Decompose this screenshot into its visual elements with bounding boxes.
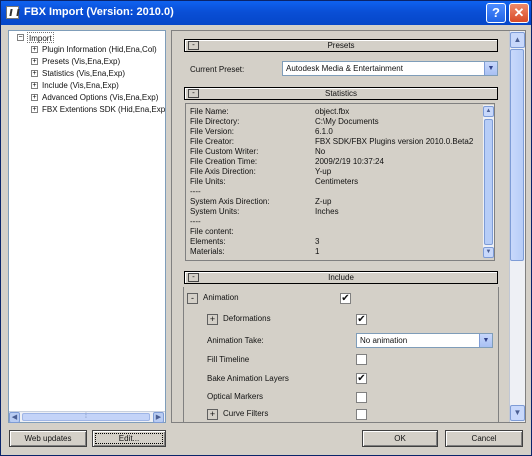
stat-label: File content: [190,227,234,236]
tree-item-presets[interactable]: Presets (Vis,Ena,Exp) [42,56,120,67]
current-preset-dropdown[interactable]: Autodesk Media & Entertainment ▼ [282,61,498,76]
stat-label: ---- [190,217,201,226]
stat-label: File Creation Time: [190,157,258,166]
expand-icon[interactable]: + [31,70,38,77]
stat-value: Centimeters [315,177,359,186]
current-preset-label: Current Preset: [190,65,245,74]
scroll-up-arrow-icon[interactable]: ▲ [483,106,494,117]
statistics-title: Statistics [324,89,357,98]
tree-item-fbx-extensions-sdk[interactable]: FBX Extentions SDK (Hid,Ena,Exp [42,104,165,115]
tree-item-plugin-information[interactable]: Plugin Information (Hid,Ena,Col) [42,44,157,55]
expand-icon[interactable]: + [31,58,38,65]
include-rollout-header[interactable]: - Include [184,271,498,284]
stat-label: File Directory: [190,117,240,126]
settings-tree-panel: − Import + Plugin Information (Hid,Ena,C… [8,30,166,423]
optical-markers-label: Optical Markers [207,392,264,401]
fill-timeline-label: Fill Timeline [207,355,250,364]
curve-filters-expand-button[interactable]: + [207,409,218,420]
ok-button[interactable]: OK [362,430,438,447]
scroll-left-arrow-icon[interactable]: ◀ [9,412,20,423]
scroll-right-arrow-icon[interactable]: ▶ [153,412,164,423]
expand-icon[interactable]: + [31,94,38,101]
cancel-button[interactable]: Cancel [445,430,523,447]
curve-filters-label: Curve Filters [223,409,269,418]
tree-item-advanced-options[interactable]: Advanced Options (Vis,Ena,Exp) [42,92,158,103]
stat-label: File Name: [190,107,229,116]
stat-value: 3 [315,237,320,246]
web-updates-button[interactable]: Web updates [9,430,87,447]
stat-label: File Version: [190,127,235,136]
animation-take-dropdown[interactable]: No animation ▼ [356,333,493,348]
expand-icon[interactable]: + [31,46,38,53]
stat-value: object.fbx [315,107,350,116]
app-icon [6,6,19,19]
animation-label: Animation [203,293,239,302]
stat-label: Elements: [190,237,226,246]
tree-horizontal-scrollbar[interactable]: ◀ ⁞ ▶ [9,411,165,423]
fbx-import-dialog: FBX Import (Version: 2010.0) ? ✕ − Impor… [0,0,532,456]
stat-label: File Units: [190,177,226,186]
animation-take-value: No animation [360,336,408,345]
window-title: FBX Import (Version: 2010.0) [24,6,174,18]
presets-title: Presets [327,41,355,50]
stat-value: 6.1.0 [315,127,333,136]
stat-value: 2009/2/19 10:37:24 [315,157,384,166]
stat-label: ---- [190,187,201,196]
animation-take-label: Animation Take: [207,336,264,345]
include-title: Include [328,273,354,282]
expand-icon[interactable]: + [31,106,38,113]
stat-label: System Axis Direction: [190,197,270,206]
statistics-rollout-header[interactable]: - Statistics [184,87,498,100]
stat-value: C:\My Documents [315,117,379,126]
options-scroll-thumb[interactable] [510,49,524,261]
collapse-icon[interactable]: − [17,34,24,41]
chevron-down-icon[interactable]: ▼ [484,62,497,75]
deformations-expand-button[interactable]: + [207,314,218,325]
tree-item-statistics[interactable]: Statistics (Vis,Ena,Exp) [42,68,125,79]
current-preset-value: Autodesk Media & Entertainment [286,64,403,73]
close-button[interactable]: ✕ [509,3,529,23]
settings-tree: − Import + Plugin Information (Hid,Ena,C… [9,31,165,411]
deformations-checkbox[interactable]: ✔ [356,314,367,325]
tree-item-include[interactable]: Include (Vis,Ena,Exp) [42,80,119,91]
optical-markers-checkbox[interactable] [356,392,367,403]
help-button[interactable]: ? [486,3,506,23]
stat-value: 1 [315,247,320,256]
scroll-down-arrow-icon[interactable]: ▼ [483,247,494,258]
presets-rollout-header[interactable]: - Presets [184,39,498,52]
stat-label: System Units: [190,207,240,216]
statistics-scroll-thumb[interactable] [484,119,493,245]
stat-value: Y-up [315,167,332,176]
deformations-label: Deformations [223,314,271,323]
tree-scroll-thumb[interactable]: ⁞ [22,413,150,421]
curve-filters-checkbox[interactable] [356,409,367,420]
scroll-up-arrow-icon[interactable]: ▲ [510,32,525,48]
animation-collapse-button[interactable]: - [187,293,198,304]
bake-animation-layers-checkbox[interactable]: ✔ [356,373,367,384]
edit-button[interactable]: Edit... [92,430,166,447]
stat-label: File Custom Writer: [190,147,259,156]
stat-value: No [315,147,326,156]
title-bar[interactable]: FBX Import (Version: 2010.0) ? ✕ [1,1,531,25]
stat-value: FBX SDK/FBX Plugins version 2010.0.Beta2 [315,137,474,146]
stat-label: File Axis Direction: [190,167,256,176]
bake-animation-layers-label: Bake Animation Layers [207,374,289,383]
expand-icon[interactable]: + [31,82,38,89]
chevron-down-icon[interactable]: ▼ [479,334,492,347]
tree-item-import[interactable]: Import [27,32,54,43]
scroll-down-arrow-icon[interactable]: ▼ [510,405,525,421]
stat-value: Inches [315,207,339,216]
animation-checkbox[interactable]: ✔ [340,293,351,304]
stat-label: Materials: [190,247,225,256]
stat-label: File Creator: [190,137,235,146]
stat-value: Z-up [315,197,332,206]
fill-timeline-checkbox[interactable] [356,354,367,365]
